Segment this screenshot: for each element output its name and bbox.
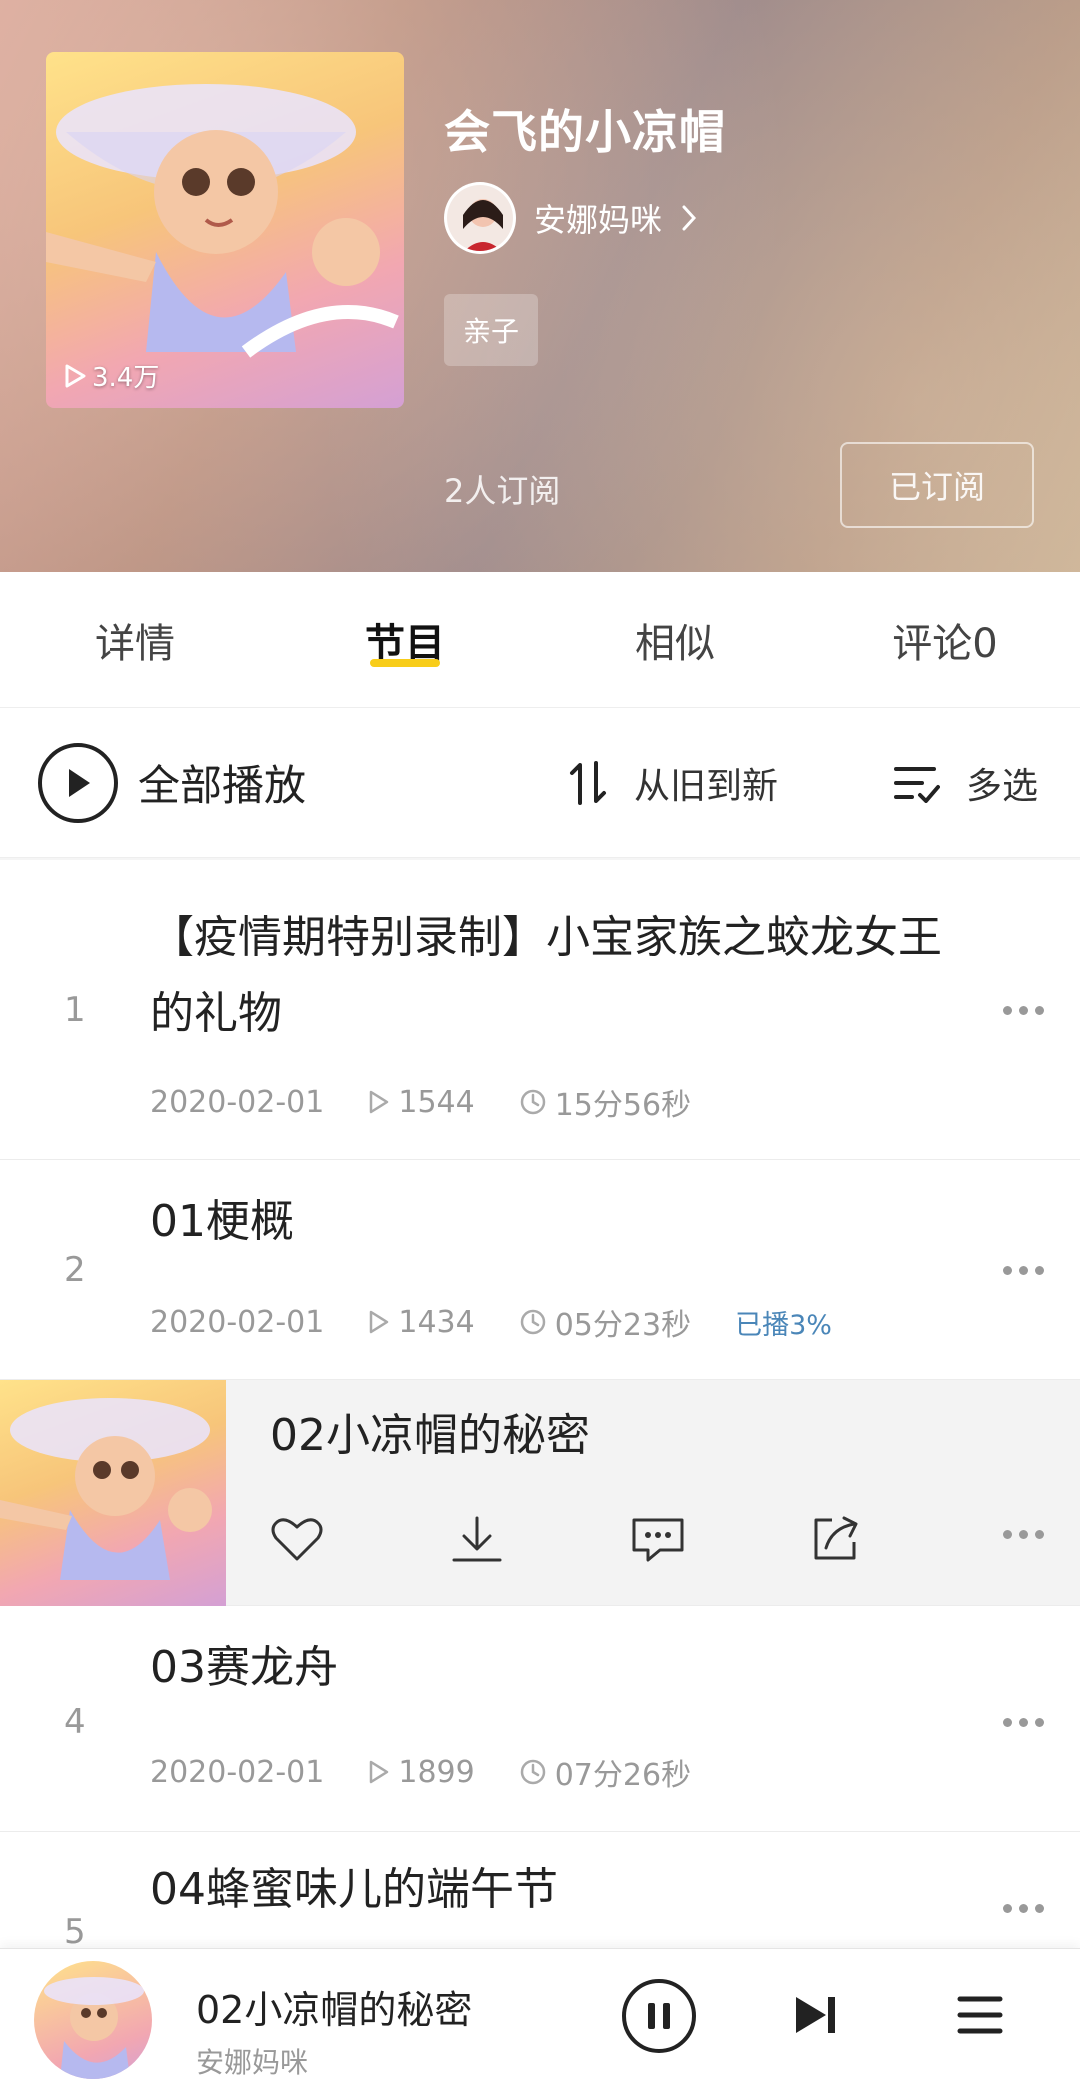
- tab-details[interactable]: 详情: [0, 572, 270, 707]
- episode-meta: 2020-02-01 1899 07分26秒: [150, 1750, 735, 1794]
- sort-icon: [570, 760, 606, 805]
- author-name: 安娜妈咪: [534, 201, 663, 239]
- like-button[interactable]: [270, 1515, 450, 1563]
- clock-icon: [520, 1309, 545, 1335]
- played-progress-badge: 已播3%: [735, 1309, 832, 1341]
- episode-title: 04蜂蜜味儿的端午节: [150, 1864, 558, 1915]
- subscriber-count: 2人订阅: [444, 472, 561, 510]
- more-icon[interactable]: [1003, 1904, 1044, 1913]
- episode-row[interactable]: 4 03赛龙舟 2020-02-01 1899 07分26秒: [0, 1606, 1080, 1832]
- menu-icon: [957, 1996, 1003, 2034]
- episode-title: 02小凉帽的秘密: [270, 1410, 590, 1461]
- comment-icon: [632, 1518, 684, 1562]
- subscribed-button[interactable]: 已订阅: [840, 442, 1034, 528]
- play-outline-icon: [370, 1090, 389, 1114]
- episode-plays: 1434: [398, 1304, 475, 1340]
- next-track-button[interactable]: [792, 1993, 840, 2041]
- album-cover[interactable]: 3.4万: [46, 52, 404, 408]
- episode-index: 1: [64, 990, 86, 1030]
- category-tag[interactable]: 亲子: [444, 294, 538, 366]
- episode-date: 2020-02-01: [150, 1754, 325, 1790]
- multi-select-button[interactable]: 多选: [894, 757, 1038, 809]
- more-icon[interactable]: [1003, 1266, 1044, 1275]
- play-count-value: 3.4万: [92, 363, 160, 393]
- skip-next-icon: [796, 1997, 835, 2033]
- clock-icon: [520, 1759, 545, 1785]
- now-playing-title: 02小凉帽的秘密: [196, 1988, 473, 2032]
- author-link[interactable]: 安娜妈咪: [444, 182, 698, 254]
- now-playing-cover[interactable]: [34, 1961, 152, 2079]
- episode-cover: [0, 1380, 226, 1606]
- episode-date: 2020-02-01: [150, 1304, 325, 1340]
- play-outline-icon: [370, 1310, 389, 1334]
- episode-list: 1 【疫情期特别录制】小宝家族之蛟龙女王的礼物 2020-02-01 1544 …: [0, 860, 1080, 1952]
- play-circle-icon: [38, 742, 118, 823]
- tab-similar[interactable]: 相似: [540, 572, 810, 707]
- cover-illustration: [46, 84, 399, 358]
- episode-cover-illustration: [0, 1398, 212, 1580]
- more-icon[interactable]: [1003, 1718, 1044, 1727]
- episode-row[interactable]: 5 04蜂蜜味儿的端午节: [0, 1832, 1080, 1952]
- episode-row[interactable]: 2 01梗概 2020-02-01 1434 05分23秒 已播3%: [0, 1160, 1080, 1380]
- clock-icon: [520, 1089, 545, 1115]
- episode-actions: [270, 1514, 990, 1564]
- more-icon[interactable]: [1003, 1530, 1044, 1539]
- episode-title: 【疫情期特别录制】小宝家族之蛟龙女王的礼物: [150, 912, 942, 1039]
- heart-icon: [271, 1518, 323, 1561]
- tab-bar: 详情 节目 相似 评论0: [0, 572, 1080, 708]
- play-all-label: 全部播放: [138, 761, 307, 810]
- episode-index: 2: [64, 1250, 86, 1290]
- play-outline-icon: [370, 1760, 389, 1784]
- download-icon: [452, 1516, 502, 1562]
- mini-player[interactable]: 02小凉帽的秘密 安娜妈咪: [0, 1948, 1080, 2096]
- more-icon[interactable]: [1003, 1006, 1044, 1015]
- sort-button[interactable]: 从旧到新: [566, 757, 778, 809]
- now-playing-cover-illustration: [44, 1977, 144, 2079]
- episode-meta: 2020-02-01 1434 05分23秒 已播3%: [150, 1300, 832, 1344]
- play-count: 3.4万: [64, 357, 159, 394]
- episode-plays: 1899: [398, 1754, 475, 1790]
- episode-title: 03赛龙舟: [150, 1642, 338, 1693]
- episode-duration: 05分23秒: [554, 1308, 692, 1343]
- episode-index: 4: [64, 1702, 86, 1742]
- play-all-button[interactable]: 全部播放: [38, 742, 307, 823]
- episode-duration: 15分56秒: [554, 1088, 692, 1123]
- episode-row-expanded[interactable]: 02小凉帽的秘密: [0, 1380, 1080, 1606]
- tab-episodes[interactable]: 节目: [270, 572, 540, 707]
- tab-comments[interactable]: 评论0: [810, 572, 1080, 707]
- episode-date: 2020-02-01: [150, 1084, 325, 1120]
- chevron-right-icon: [682, 205, 697, 231]
- pause-button[interactable]: [622, 1979, 696, 2053]
- episode-index: 5: [64, 1912, 86, 1952]
- comment-button[interactable]: [630, 1514, 810, 1564]
- share-button[interactable]: [810, 1514, 990, 1564]
- multi-select-icon: [894, 766, 940, 803]
- author-avatar-image: [447, 185, 513, 251]
- episode-duration: 07分26秒: [554, 1758, 692, 1793]
- episode-row[interactable]: 1 【疫情期特别录制】小宝家族之蛟龙女王的礼物 2020-02-01 1544 …: [0, 860, 1080, 1160]
- author-avatar: [444, 182, 516, 254]
- episode-title: 01梗概: [150, 1196, 294, 1247]
- list-toolbar: 全部播放 从旧到新 多选: [0, 708, 1080, 858]
- play-outline-icon: [65, 364, 86, 387]
- download-button[interactable]: [450, 1514, 630, 1564]
- sort-label: 从旧到新: [634, 765, 779, 807]
- album-title: 会飞的小凉帽: [444, 105, 726, 159]
- episode-plays: 1544: [398, 1084, 475, 1120]
- playlist-button[interactable]: [956, 1993, 1004, 2041]
- album-header: 3.4万 会飞的小凉帽 安娜妈咪 亲子 2人订阅 已订阅: [0, 0, 1080, 572]
- multi-select-label: 多选: [966, 765, 1039, 807]
- now-playing-author: 安娜妈咪: [196, 2046, 309, 2079]
- share-icon: [814, 1516, 858, 1560]
- episode-meta: 2020-02-01 1544 15分56秒: [150, 1080, 735, 1124]
